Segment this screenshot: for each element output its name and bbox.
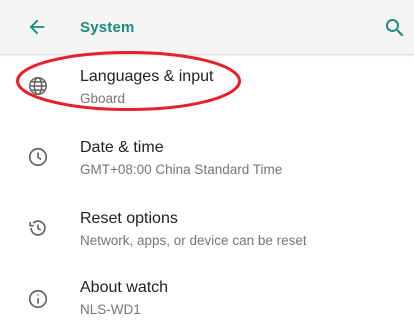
settings-item-summary: Network, apps, or device can be reset bbox=[80, 233, 307, 248]
settings-item-title: About watch bbox=[80, 279, 169, 296]
settings-item-title: Date & time bbox=[80, 139, 164, 156]
settings-item-summary: Gboard bbox=[80, 91, 126, 106]
search-icon bbox=[386, 19, 404, 37]
settings-item-summary: GMT+08:00 China Standard Time bbox=[80, 162, 283, 177]
settings-item-date-time[interactable]: Date & time GMT+08:00 China Standard Tim… bbox=[0, 124, 414, 194]
back-button[interactable] bbox=[22, 12, 52, 42]
settings-item-languages[interactable]: Languages & input Gboard bbox=[0, 54, 414, 124]
history-icon bbox=[26, 216, 50, 240]
info-icon bbox=[26, 287, 50, 311]
globe-icon bbox=[26, 74, 50, 98]
clock-icon bbox=[26, 145, 50, 169]
settings-item-title: Languages & input bbox=[80, 68, 214, 85]
page-title: System bbox=[80, 19, 135, 36]
search-button[interactable] bbox=[380, 13, 410, 43]
settings-item-summary: NLS-WD1 bbox=[80, 302, 141, 317]
settings-item-reset[interactable]: Reset options Network, apps, or device c… bbox=[0, 194, 414, 264]
arrow-back-icon bbox=[29, 19, 45, 35]
app-bar: System bbox=[0, 0, 414, 54]
settings-item-about[interactable]: About watch NLS-WD1 bbox=[0, 264, 414, 334]
settings-item-title: Reset options bbox=[80, 210, 178, 227]
